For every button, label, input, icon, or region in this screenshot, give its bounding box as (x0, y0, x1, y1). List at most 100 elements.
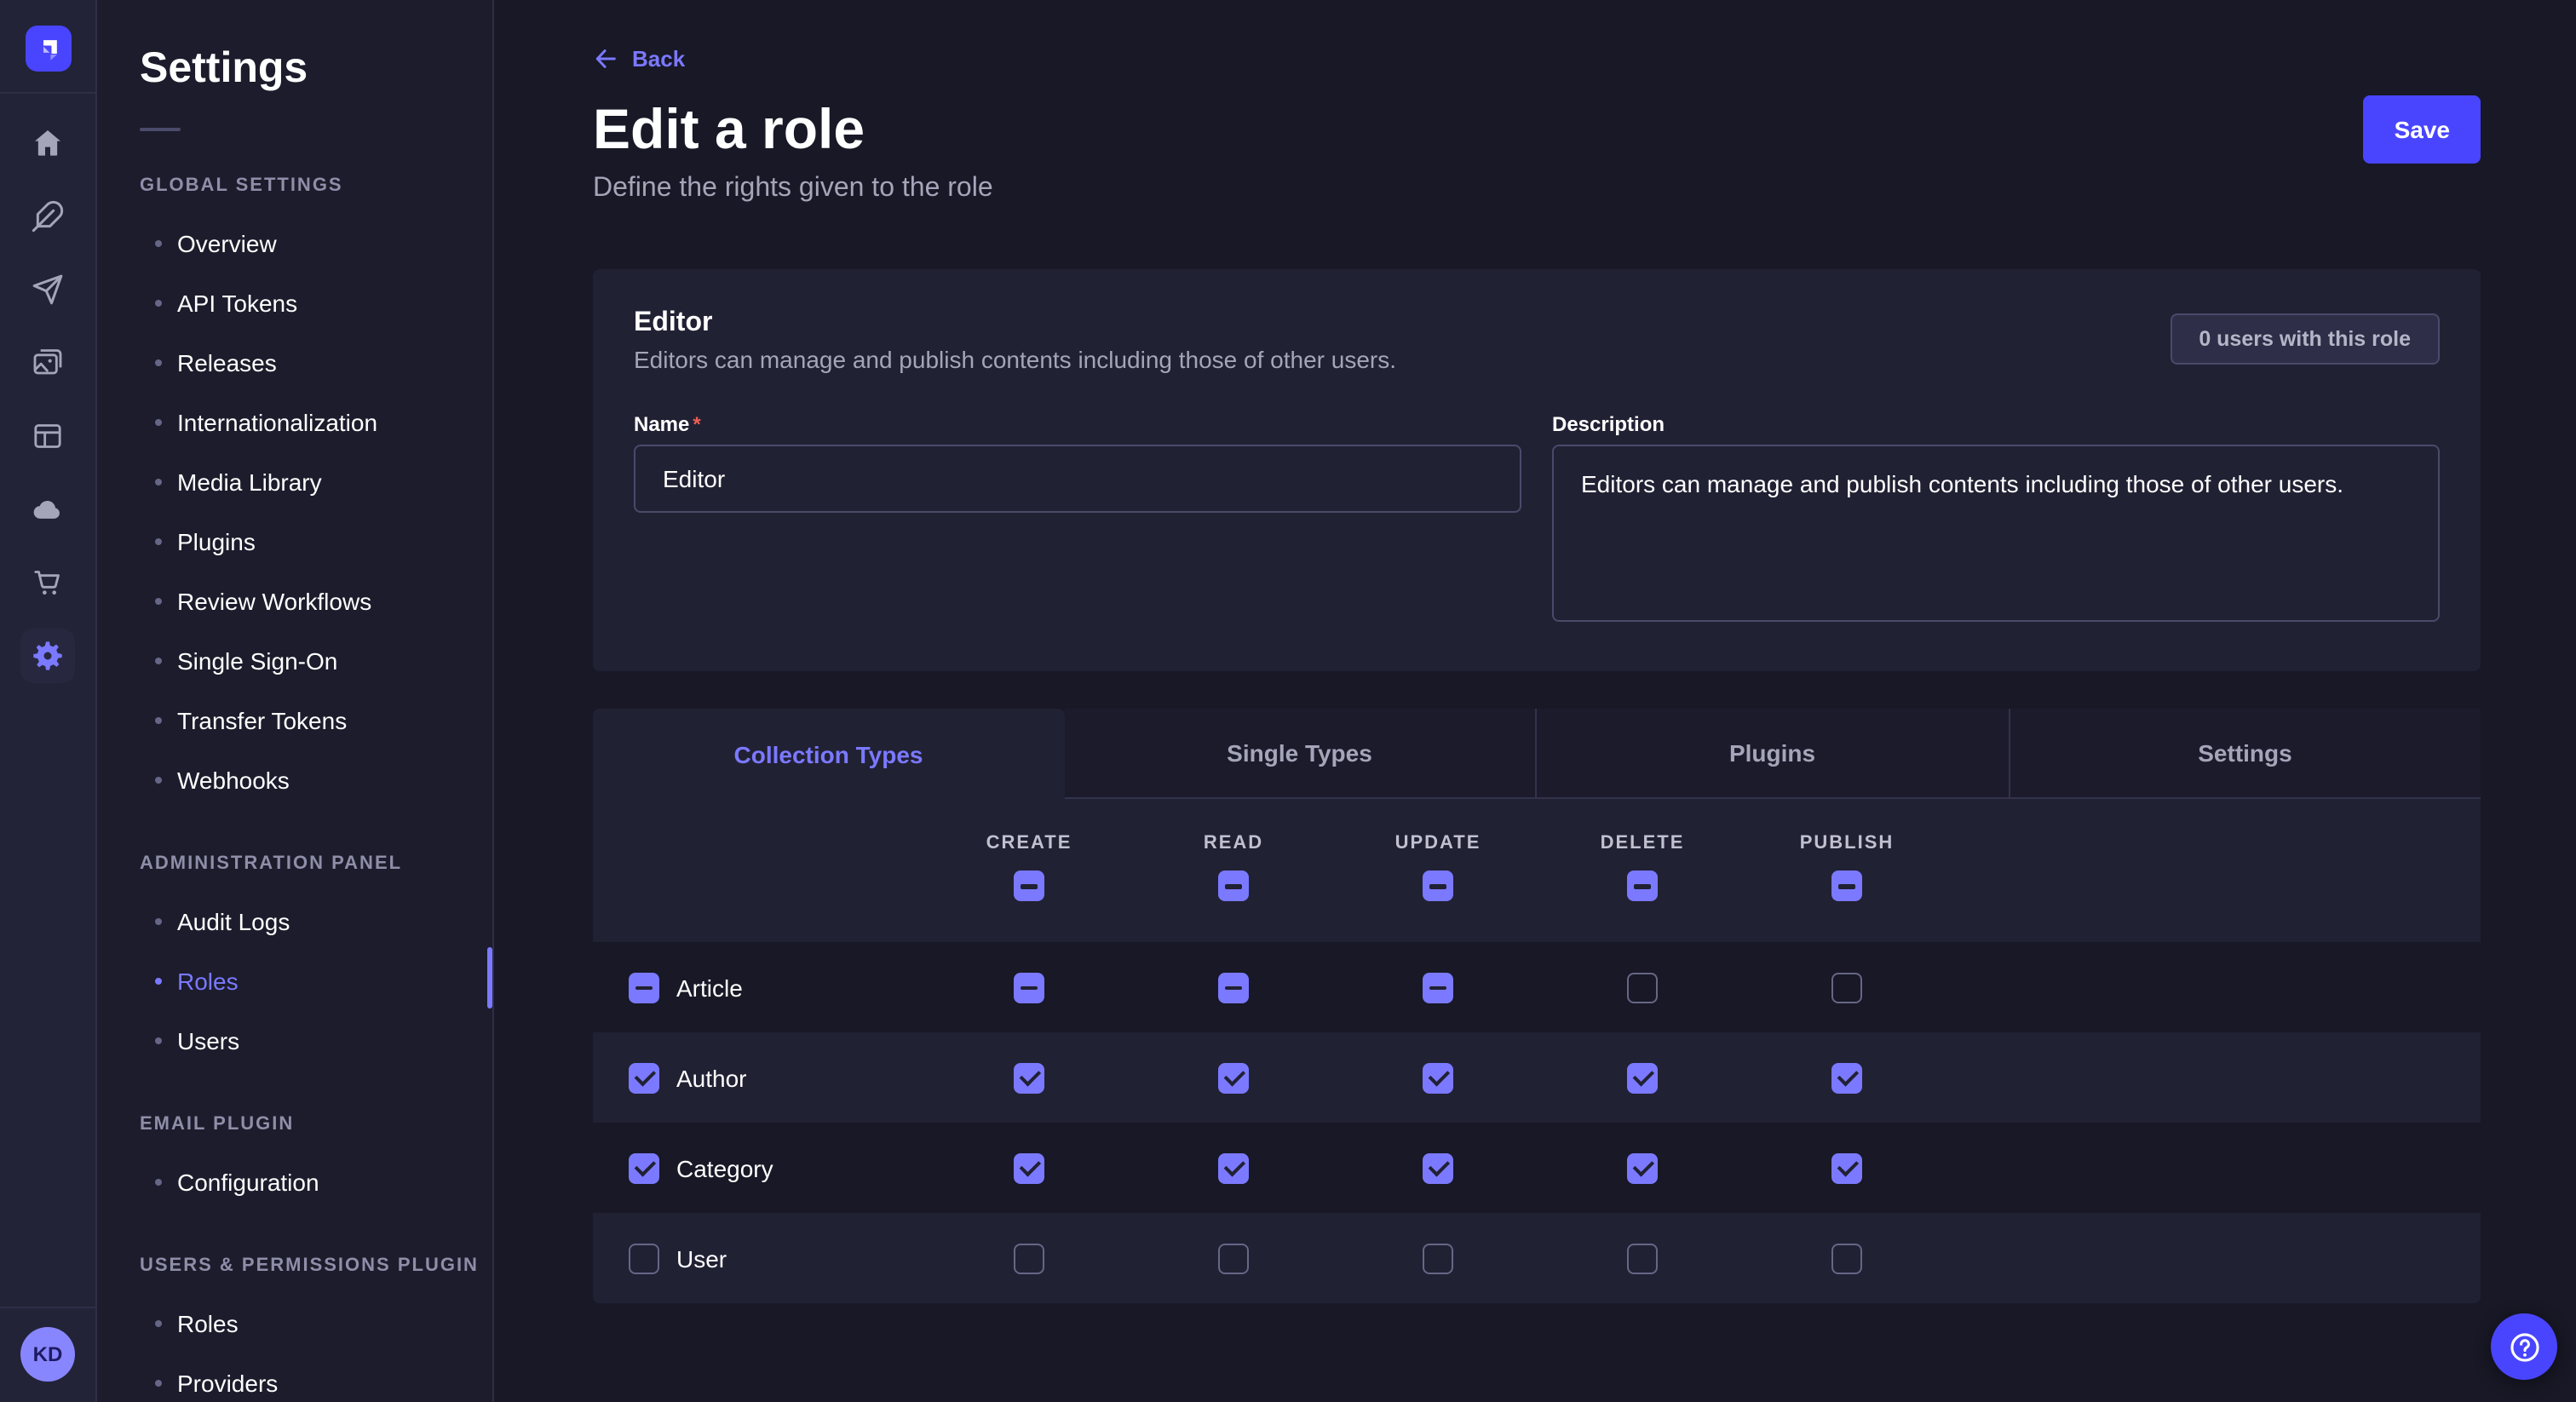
back-link[interactable]: Back (593, 46, 685, 72)
images-icon (31, 346, 65, 380)
help-button[interactable] (2491, 1313, 2557, 1380)
tab-label: Single Types (1227, 739, 1372, 767)
tab-label: Collection Types (734, 740, 923, 767)
sidebar-item-single-sign-on[interactable]: Single Sign-On (97, 630, 492, 690)
sidebar-item-review-workflows[interactable]: Review Workflows (97, 571, 492, 630)
strapi-logo-glyph (32, 32, 64, 65)
sidebar-item-webhooks[interactable]: Webhooks (97, 750, 492, 809)
checkbox-checked[interactable] (1218, 1062, 1249, 1093)
sidebar-item-providers[interactable]: Providers (97, 1353, 492, 1402)
sidebar-item-media-library[interactable]: Media Library (97, 451, 492, 511)
sidebar-item-roles[interactable]: Roles (97, 951, 492, 1010)
checkbox-checked[interactable] (629, 1152, 659, 1183)
tab-settings[interactable]: Settings (2008, 709, 2481, 799)
content-type-label: Category (676, 1154, 773, 1181)
rail-item-settings[interactable] (20, 629, 75, 683)
checkbox-checked[interactable] (1831, 1062, 1862, 1093)
checkbox-unchecked[interactable] (1218, 1243, 1249, 1273)
sidebar-section-list: RolesProviders (97, 1293, 492, 1402)
checkbox-checked[interactable] (1218, 1152, 1249, 1183)
perm-cell-publish (1745, 1152, 1949, 1183)
sidebar-item-label: Users (177, 1026, 239, 1054)
checkbox-indeterminate[interactable] (1423, 871, 1453, 901)
rail-item-marketplace[interactable] (20, 555, 75, 610)
rail-item-deploy[interactable] (20, 262, 75, 317)
tab-label: Settings (2198, 739, 2291, 767)
sidebar-title: Settings (140, 44, 492, 94)
checkbox-checked[interactable] (1627, 1152, 1658, 1183)
checkbox-indeterminate[interactable] (1423, 972, 1453, 1003)
sidebar-item-roles[interactable]: Roles (97, 1293, 492, 1353)
column-label: CREATE (986, 833, 1072, 853)
cloud-icon (31, 492, 65, 526)
rail-item-home[interactable] (20, 116, 75, 170)
checkbox-unchecked[interactable] (1831, 972, 1862, 1003)
checkbox-checked[interactable] (1014, 1062, 1044, 1093)
tab-single-types[interactable]: Single Types (1064, 709, 1535, 799)
sidebar-item-overview[interactable]: Overview (97, 213, 492, 273)
perm-cell-create (927, 1243, 1131, 1273)
checkbox-unchecked[interactable] (1627, 1243, 1658, 1273)
sidebar-item-label: Review Workflows (177, 587, 371, 614)
column-label: PUBLISH (1800, 833, 1895, 853)
description-label: Description (1552, 412, 2440, 436)
checkbox-checked[interactable] (1831, 1152, 1862, 1183)
checkbox-unchecked[interactable] (1627, 972, 1658, 1003)
sidebar-item-plugins[interactable]: Plugins (97, 511, 492, 571)
sidebar-item-releases[interactable]: Releases (97, 332, 492, 392)
perm-cell-update (1336, 972, 1540, 1003)
permission-row-user: User (593, 1213, 2481, 1303)
bullet-icon (155, 418, 162, 425)
avatar[interactable]: KD (20, 1327, 75, 1382)
checkbox-unchecked[interactable] (1831, 1243, 1862, 1273)
main-content: Back Edit a role Save Define the rights … (494, 0, 2576, 1402)
rail-item-content-manager[interactable] (20, 409, 75, 463)
tab-collection-types[interactable]: Collection Types (593, 709, 1064, 799)
checkbox-indeterminate[interactable] (629, 972, 659, 1003)
checkbox-unchecked[interactable] (1014, 1243, 1044, 1273)
checkbox-unchecked[interactable] (629, 1243, 659, 1273)
settings-sidebar: Settings GLOBAL SETTINGSOverviewAPI Toke… (97, 0, 494, 1402)
checkbox-checked[interactable] (629, 1062, 659, 1093)
strapi-logo[interactable] (25, 26, 71, 72)
save-button[interactable]: Save (2364, 95, 2481, 164)
sidebar-item-users[interactable]: Users (97, 1010, 492, 1070)
back-label: Back (632, 46, 685, 72)
checkbox-indeterminate[interactable] (1014, 972, 1044, 1003)
sidebar-item-label: Internationalization (177, 408, 377, 435)
sidebar-item-internationalization[interactable]: Internationalization (97, 392, 492, 451)
checkbox-indeterminate[interactable] (1218, 972, 1249, 1003)
description-textarea[interactable]: Editors can manage and publish contents … (1552, 445, 2440, 622)
checkbox-indeterminate[interactable] (1627, 871, 1658, 901)
permissions-table-header: CREATEREADUPDATEDELETEPUBLISH (593, 799, 2481, 942)
rail-item-content-type-builder[interactable] (20, 189, 75, 244)
users-with-role-badge[interactable]: 0 users with this role (2170, 313, 2440, 365)
checkbox-checked[interactable] (1423, 1152, 1453, 1183)
perm-cell-publish (1745, 972, 1949, 1003)
sidebar-item-audit-logs[interactable]: Audit Logs (97, 891, 492, 951)
checkbox-indeterminate[interactable] (1218, 871, 1249, 901)
perm-cell-create (927, 1062, 1131, 1093)
rail-item-cloud[interactable] (20, 482, 75, 537)
sidebar-item-transfer-tokens[interactable]: Transfer Tokens (97, 690, 492, 750)
checkbox-indeterminate[interactable] (1014, 871, 1044, 901)
checkbox-checked[interactable] (1423, 1062, 1453, 1093)
name-label: Name * (634, 412, 1521, 436)
checkbox-checked[interactable] (1014, 1152, 1044, 1183)
checkbox-checked[interactable] (1627, 1062, 1658, 1093)
checkbox-unchecked[interactable] (1423, 1243, 1453, 1273)
checkbox-indeterminate[interactable] (1831, 871, 1862, 901)
tab-plugins[interactable]: Plugins (1535, 709, 2008, 799)
sidebar-item-api-tokens[interactable]: API Tokens (97, 273, 492, 332)
perm-cell-create (927, 972, 1131, 1003)
sidebar-item-label: Single Sign-On (177, 646, 337, 674)
perm-cell-create (927, 1152, 1131, 1183)
permission-row-author: Author (593, 1032, 2481, 1123)
name-input[interactable] (634, 445, 1521, 513)
rail-item-media-library[interactable] (20, 336, 75, 390)
header-label-spacer (593, 833, 927, 901)
bullet-icon (155, 478, 162, 485)
page-subtitle: Define the rights given to the role (593, 174, 2481, 204)
sidebar-item-configuration[interactable]: Configuration (97, 1152, 492, 1211)
bullet-icon (155, 1178, 162, 1185)
